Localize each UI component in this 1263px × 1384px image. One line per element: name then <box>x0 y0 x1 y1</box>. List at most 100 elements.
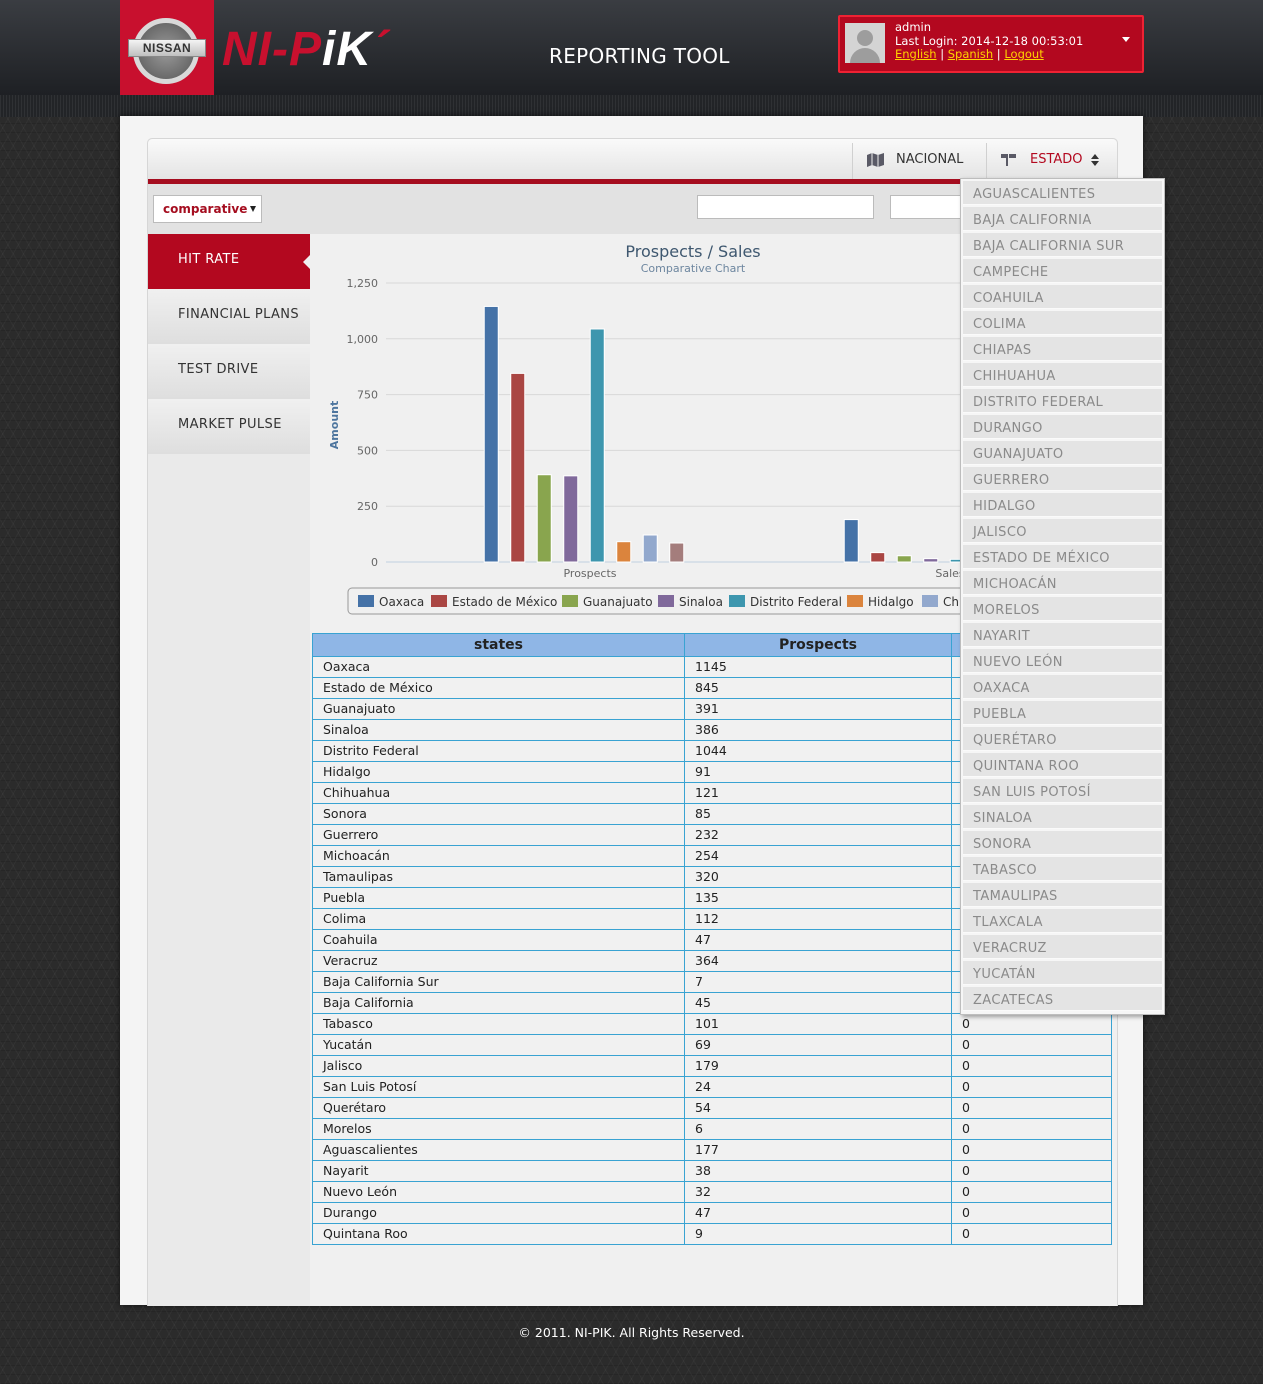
dropdown-item-state[interactable]: NUEVO LEÓN <box>963 649 1162 673</box>
dropdown-item-state[interactable]: PUEBLA <box>963 701 1162 725</box>
cell-state: Aguascalientes <box>312 1139 685 1161</box>
dropdown-item-label: ESTADO DE MÉXICO <box>973 551 1110 566</box>
user-links: English | Spanish | Logout <box>895 47 1044 61</box>
table-row: Durango 47 0 <box>312 1202 1112 1224</box>
cell-prospects: 112 <box>684 908 952 930</box>
table-row: Yucatán 69 0 <box>312 1034 1112 1056</box>
nav-nacional[interactable]: NACIONAL <box>896 152 963 167</box>
filter-input-2[interactable] <box>890 195 970 219</box>
chart-bar[interactable] <box>563 475 579 563</box>
chart-bar[interactable] <box>669 542 685 563</box>
dropdown-item-state[interactable]: SINALOA <box>963 805 1162 829</box>
legend-item-label[interactable]: Sinaloa <box>679 595 723 609</box>
cell-prospects: 47 <box>684 1202 952 1224</box>
dropdown-item-state[interactable]: CHIAPAS <box>963 337 1162 361</box>
chart-bar[interactable] <box>843 519 859 563</box>
cell-prospects: 1044 <box>684 740 952 762</box>
dropdown-item-state[interactable]: QUINTANA ROO <box>963 753 1162 777</box>
chart-bar[interactable] <box>896 555 912 563</box>
cell-prospects: 38 <box>684 1160 952 1182</box>
dropdown-item-state[interactable]: OAXACA <box>963 675 1162 699</box>
cell-prospects: 121 <box>684 782 952 804</box>
dropdown-item-state[interactable]: NAYARIT <box>963 623 1162 647</box>
dropdown-item-state[interactable]: MICHOACÁN <box>963 571 1162 595</box>
dropdown-item-state[interactable]: YUCATÁN <box>963 961 1162 985</box>
english-link[interactable]: English <box>895 47 937 61</box>
cell-prospects: 32 <box>684 1181 952 1203</box>
sidebar-item-test-drive[interactable]: TEST DRIVE <box>148 344 310 399</box>
filter-input-1[interactable] <box>697 195 874 219</box>
dropdown-item-state[interactable]: CAMPECHE <box>963 259 1162 283</box>
chart-bar[interactable] <box>642 534 658 563</box>
dropdown-item-state[interactable]: TABASCO <box>963 857 1162 881</box>
dropdown-item-state[interactable]: TAMAULIPAS <box>963 883 1162 907</box>
legend-swatch[interactable] <box>431 595 447 607</box>
column-header-states[interactable]: states <box>312 633 685 657</box>
mode-select[interactable]: comparative <box>153 195 262 223</box>
nav-estado[interactable]: ESTADO <box>1030 152 1083 167</box>
spanish-link[interactable]: Spanish <box>948 47 993 61</box>
legend-swatch[interactable] <box>658 595 674 607</box>
dropdown-item-label: VERACRUZ <box>973 941 1047 956</box>
logout-link[interactable]: Logout <box>1004 47 1043 61</box>
dropdown-item-state[interactable]: HIDALGO <box>963 493 1162 517</box>
dropdown-item-state[interactable]: COLIMA <box>963 311 1162 335</box>
cell-prospects: 45 <box>684 992 952 1014</box>
dropdown-item-state[interactable]: BAJA CALIFORNIA SUR <box>963 233 1162 257</box>
dropdown-item-state[interactable]: ESTADO DE MÉXICO <box>963 545 1162 569</box>
dropdown-item-state[interactable]: GUANAJUATO <box>963 441 1162 465</box>
cell-sales: 0 <box>951 1160 1112 1182</box>
legend-item-label[interactable]: Distrito Federal <box>750 595 842 609</box>
dropdown-item-state[interactable]: AGUASCALIENTES <box>963 181 1162 205</box>
dropdown-item-state[interactable]: DURANGO <box>963 415 1162 439</box>
chart-bar[interactable] <box>589 328 605 563</box>
dropdown-item-label: JALISCO <box>973 525 1027 540</box>
legend-swatch[interactable] <box>729 595 745 607</box>
avatar-body <box>850 48 880 63</box>
chart-bar[interactable] <box>616 541 632 563</box>
sort-caret-icon[interactable] <box>1091 154 1099 166</box>
dropdown-item-state[interactable]: BAJA CALIFORNIA <box>963 207 1162 231</box>
dropdown-item-state[interactable]: CHIHUAHUA <box>963 363 1162 387</box>
dropdown-item-state[interactable]: GUERRERO <box>963 467 1162 491</box>
table-row: Jalisco 179 0 <box>312 1055 1112 1077</box>
dropdown-item-state[interactable]: SONORA <box>963 831 1162 855</box>
sidebar-item-hit-rate[interactable]: HIT RATE <box>148 234 310 289</box>
dropdown-item-label: COAHUILA <box>973 291 1044 306</box>
legend-item-label[interactable]: Oaxaca <box>379 595 424 609</box>
chart-title: Prospects / Sales <box>625 242 760 261</box>
chart-bar[interactable] <box>870 552 886 563</box>
app-title: REPORTING TOOL <box>549 44 730 68</box>
legend-swatch[interactable] <box>562 595 578 607</box>
dropdown-item-label: SONORA <box>973 837 1032 852</box>
nissan-logo[interactable]: NISSAN <box>120 0 214 95</box>
dropdown-item-state[interactable]: DISTRITO FEDERAL <box>963 389 1162 413</box>
user-menu-caret-icon[interactable] <box>1122 37 1130 42</box>
legend-swatch[interactable] <box>922 595 938 607</box>
brand-logo[interactable]: NI-PiK´ <box>222 24 389 76</box>
legend-item-label[interactable]: Guanajuato <box>583 595 653 609</box>
chart-bar[interactable] <box>510 372 526 563</box>
sidebar-item-financial-plans[interactable]: FINANCIAL PLANS <box>148 289 310 344</box>
dropdown-item-state[interactable]: VERACRUZ <box>963 935 1162 959</box>
legend-item-label[interactable]: Hidalgo <box>868 595 914 609</box>
legend-swatch[interactable] <box>847 595 863 607</box>
dropdown-item-state[interactable]: JALISCO <box>963 519 1162 543</box>
dropdown-item-state[interactable]: TLAXCALA <box>963 909 1162 933</box>
cell-prospects: 6 <box>684 1118 952 1140</box>
chart-bar[interactable] <box>483 305 499 563</box>
legend-swatch[interactable] <box>358 595 374 607</box>
dropdown-item-label: YUCATÁN <box>973 967 1036 982</box>
legend-item-label[interactable]: Estado de México <box>452 595 557 609</box>
cell-prospects: 232 <box>684 824 952 846</box>
chart-bar[interactable] <box>923 558 939 563</box>
column-header-prospects[interactable]: Prospects <box>684 633 952 657</box>
dropdown-item-state[interactable]: COAHUILA <box>963 285 1162 309</box>
sidebar-item-market-pulse[interactable]: MARKET PULSE <box>148 399 310 454</box>
chart-bar[interactable] <box>536 474 552 563</box>
dropdown-item-state[interactable]: MORELOS <box>963 597 1162 621</box>
dropdown-item-state[interactable]: QUERÉTARO <box>963 727 1162 751</box>
dropdown-item-state[interactable]: ZACATECAS <box>963 987 1162 1011</box>
chevron-down-icon <box>250 206 256 212</box>
dropdown-item-state[interactable]: SAN LUIS POTOSÍ <box>963 779 1162 803</box>
